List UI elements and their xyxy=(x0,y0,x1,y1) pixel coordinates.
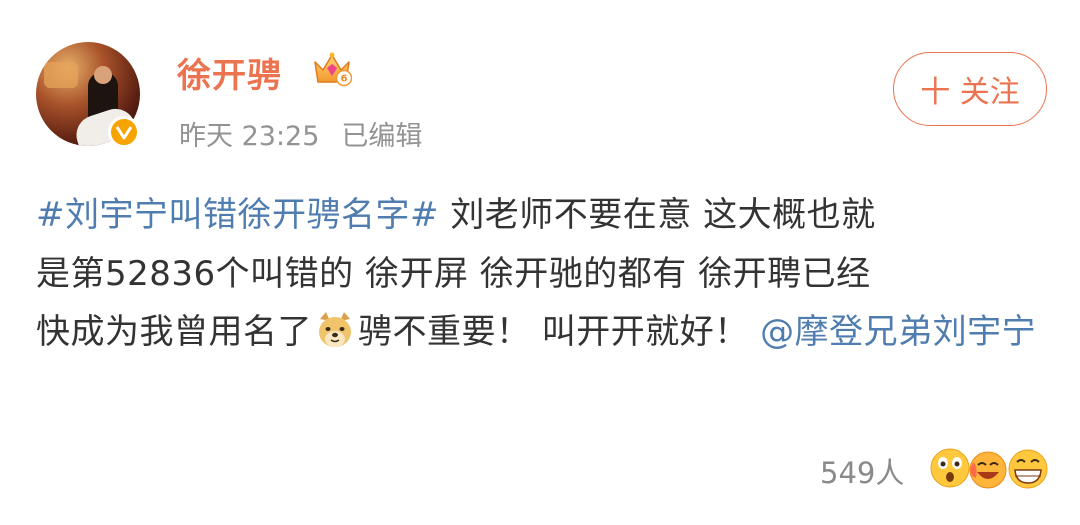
shocked-emoji-icon xyxy=(930,448,970,488)
grin-emoji-icon xyxy=(1008,449,1048,489)
content-text-3: 快成为我曾用名了 xyxy=(36,312,312,352)
content-text-1: 刘老师不要在意 这大概也就 xyxy=(438,195,876,235)
post-meta: 昨天 23:25 已编辑 xyxy=(179,114,444,153)
reaction-count[interactable]: 549人 xyxy=(820,450,904,492)
topic-link[interactable]: #刘宇宁叫错徐开骋名字# xyxy=(36,195,439,235)
doge-emoji-icon xyxy=(319,312,351,347)
follow-button[interactable]: 十 关注 xyxy=(893,52,1047,126)
reaction-emojis[interactable] xyxy=(928,446,1050,490)
username[interactable]: 徐开骋 xyxy=(177,48,282,97)
post-content: #刘宇宁叫错徐开骋名字# 刘老师不要在意 这大概也就 是第52836个叫错的 徐… xyxy=(36,186,1056,362)
verified-v-icon xyxy=(108,116,140,148)
mention-link[interactable]: @摩登兄弟刘宇宁 xyxy=(760,312,1036,352)
content-text-3b: 骋不重要！ 叫开开就好！ xyxy=(358,312,749,352)
edited-label: 已编辑 xyxy=(341,121,423,152)
weibo-post: 徐开骋 6 昨天 23:25 已编辑 十 关注 #刘宇宁叫错徐开骋名字# 刘老师不… xyxy=(0,0,1080,525)
laughing-emoji-icon xyxy=(969,451,1007,489)
content-text-2: 是第52836个叫错的 徐开屏 徐开驰的都有 徐开聘已经 xyxy=(36,253,871,294)
vip-level: 6 xyxy=(341,74,348,85)
crown-vip-icon[interactable]: 6 xyxy=(312,50,352,88)
post-time: 昨天 23:25 xyxy=(179,121,320,152)
